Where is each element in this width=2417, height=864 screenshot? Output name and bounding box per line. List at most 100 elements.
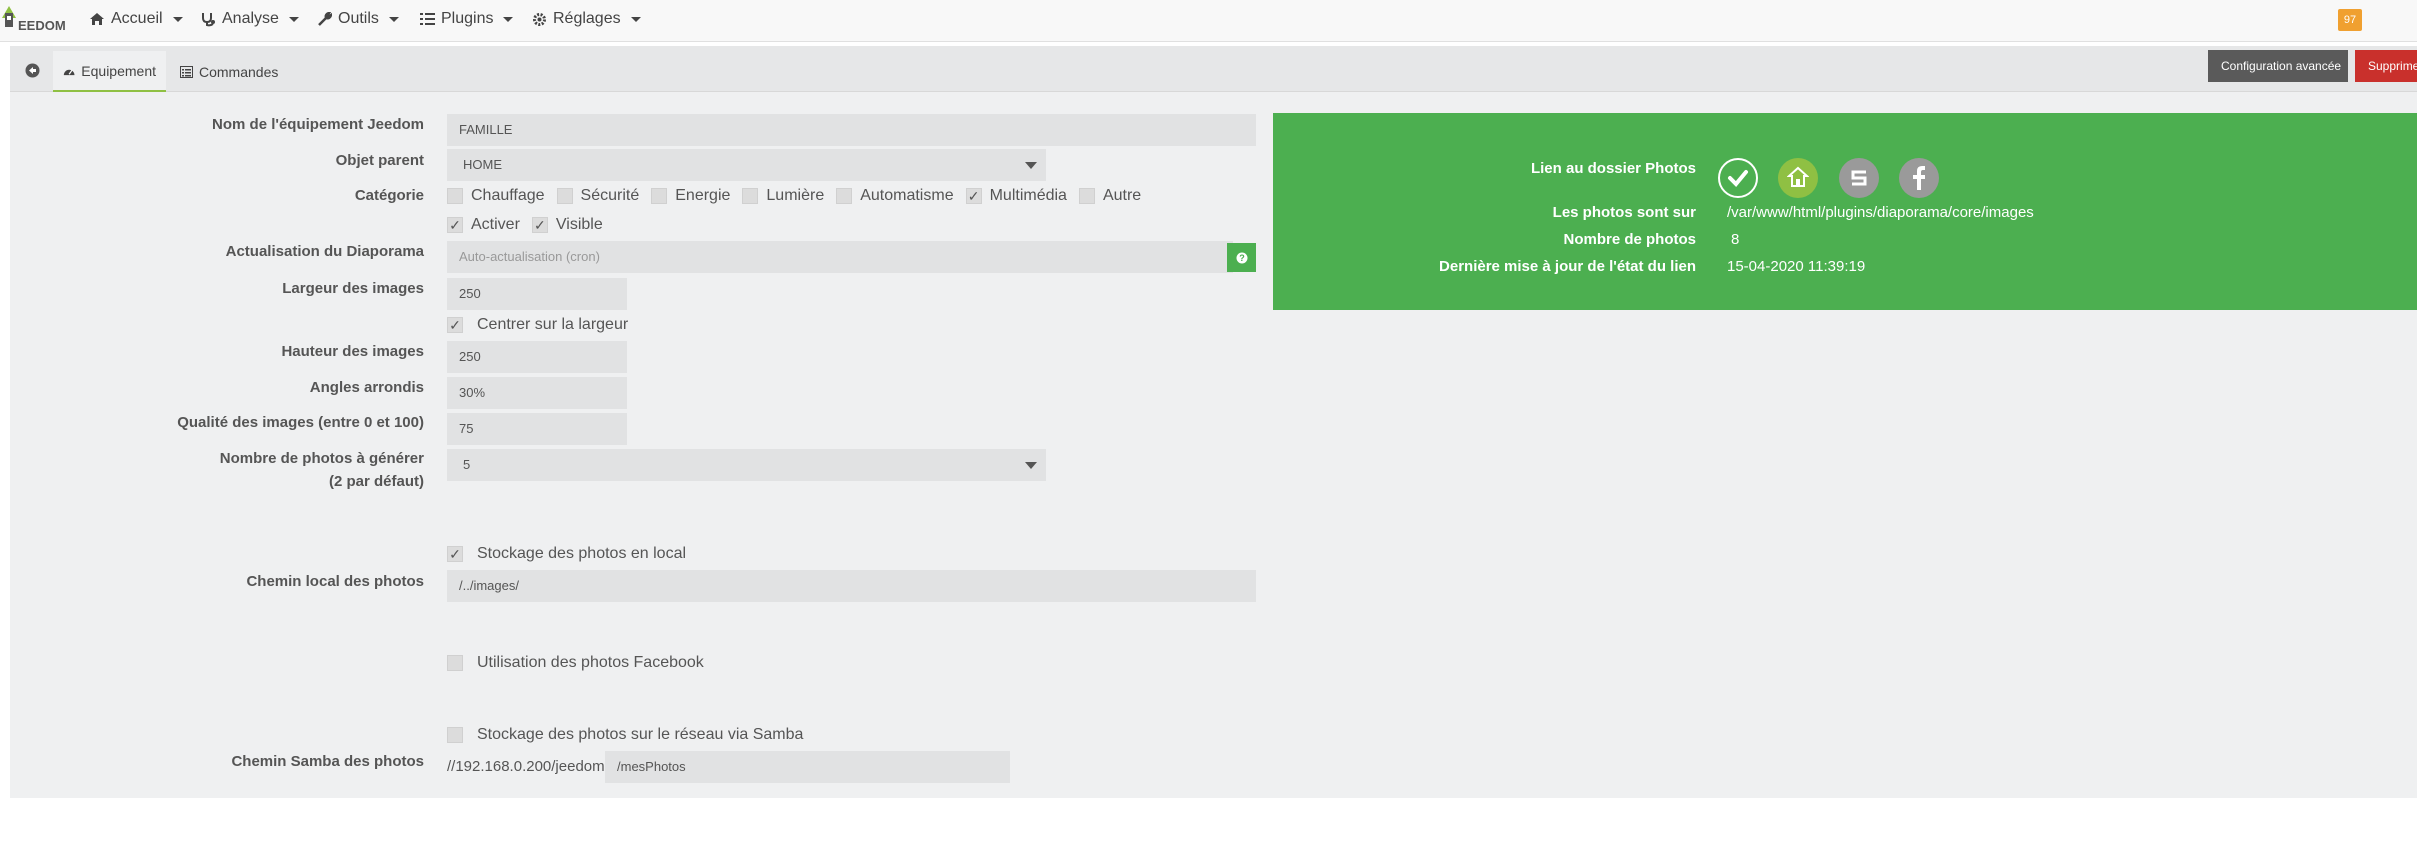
hauteur-label: Hauteur des images	[281, 343, 424, 360]
status-labels: Lien au dossier Photos Les photos sont s…	[1273, 113, 1696, 310]
objet-label: Objet parent	[335, 152, 424, 169]
nav-outils-label: Outils	[338, 10, 379, 27]
cogs-icon	[533, 12, 546, 26]
categorie-lumiere[interactable]: Lumière	[742, 187, 824, 205]
qualite-label: Qualité des images (entre 0 et 100)	[177, 414, 424, 431]
qualite-input[interactable]: 75	[447, 413, 627, 445]
chemin-local-input[interactable]: /../images/	[447, 570, 1256, 602]
jeedom-logo[interactable]: EEDOM	[0, 0, 70, 40]
local-folder-icon[interactable]	[1778, 158, 1818, 198]
facebook-label: Utilisation des photos Facebook	[477, 654, 704, 671]
nav-analyse[interactable]: Analyse	[201, 10, 299, 28]
centrer-row: ✓ Centrer sur la largeur	[447, 316, 640, 334]
categorie-energie-label: Energie	[675, 187, 731, 204]
maj-label: Dernière mise à jour de l'état du lien	[1439, 258, 1696, 275]
notification-badge[interactable]: 97	[2338, 9, 2362, 31]
navbar: EEDOM Accueil Analyse Outils Plugins Rég…	[0, 0, 2417, 42]
nombre-photos-label: Nombre de photos	[1563, 231, 1696, 248]
hauteur-input[interactable]: 250	[447, 341, 627, 373]
categorie-securite-label: Sécurité	[580, 187, 640, 204]
maj-value: 15-04-2020 11:39:19	[1727, 258, 1866, 275]
categorie-label: Catégorie	[354, 187, 424, 204]
samba-checkbox[interactable]: Stockage des photos sur le réseau via Sa…	[447, 726, 803, 744]
actualisation-input[interactable]: Auto-actualisation (cron)	[447, 241, 1233, 273]
checkbox[interactable]	[1078, 188, 1095, 204]
objet-select-value: HOME	[463, 157, 502, 172]
nombre-photos-value: 8	[1731, 231, 1740, 248]
largeur-input[interactable]: 250	[447, 278, 627, 310]
checkbox[interactable]	[556, 188, 573, 204]
nav-accueil[interactable]: Accueil	[89, 10, 183, 28]
objet-select[interactable]: HOME	[447, 149, 1046, 181]
nav-plugins[interactable]: Plugins	[420, 10, 514, 28]
categorie-autre[interactable]: Autre	[1078, 187, 1141, 205]
checkbox[interactable]	[836, 188, 853, 204]
samba-prefix: //192.168.0.200/jeedom	[447, 758, 605, 775]
wrench-icon	[318, 11, 332, 26]
categorie-automatisme-label: Automatisme	[860, 187, 954, 204]
actualisation-label: Actualisation du Diaporama	[225, 243, 424, 260]
status-panel: Lien au dossier Photos Les photos sont s…	[1273, 113, 2417, 310]
angles-input[interactable]: 30%	[447, 377, 627, 409]
stockage-local-checkbox[interactable]: ✓ Stockage des photos en local	[447, 545, 686, 563]
chemin-samba-input[interactable]: /mesPhotos	[605, 751, 1010, 783]
largeur-label: Largeur des images	[282, 280, 424, 297]
form-labels: Nom de l'équipement Jeedom Objet parent …	[10, 46, 424, 798]
nav-outils[interactable]: Outils	[317, 10, 399, 28]
tasks-icon	[420, 13, 435, 25]
stethoscope-icon	[202, 12, 215, 26]
checkbox-checked[interactable]: ✓	[447, 217, 463, 233]
nombre-label: Nombre de photos à générer	[219, 450, 424, 467]
angles-label: Angles arrondis	[309, 379, 424, 396]
nav-reglages[interactable]: Réglages	[532, 10, 641, 28]
checkbox-checked[interactable]: ✓	[447, 317, 463, 333]
photos-sur-value: /var/www/html/plugins/diaporama/core/ima…	[1727, 204, 2034, 221]
nombre-select[interactable]: 5	[447, 449, 1046, 481]
samba-row: Stockage des photos sur le réseau via Sa…	[447, 726, 815, 744]
categorie-checkboxes: Chauffage Sécurité Energie Lumière Autom…	[447, 187, 1153, 205]
checkbox[interactable]	[742, 188, 759, 204]
checkbox-checked[interactable]: ✓	[965, 188, 982, 204]
chemin-samba-label: Chemin Samba des photos	[231, 753, 424, 770]
checkbox[interactable]	[447, 655, 463, 671]
categorie-chauffage-label: Chauffage	[471, 187, 545, 204]
chevron-down-icon	[388, 16, 399, 22]
centrer-checkbox[interactable]: ✓ Centrer sur la largeur	[447, 316, 628, 334]
checkbox[interactable]	[447, 188, 463, 204]
activer-visible-row: ✓ Activer ✓ Visible	[447, 216, 615, 234]
config-avancee-button[interactable]: Configuration avancée	[2208, 50, 2348, 82]
chevron-down-icon	[1025, 462, 1037, 469]
activer-label: Activer	[471, 216, 520, 233]
chevron-down-icon	[503, 16, 514, 22]
activer-checkbox[interactable]: ✓ Activer	[447, 216, 520, 234]
stockage-local-label: Stockage des photos en local	[477, 545, 687, 562]
stockage-local-row: ✓ Stockage des photos en local	[447, 545, 698, 563]
supprimer-label: Supprimer	[2368, 59, 2417, 73]
help-button[interactable]: ?	[1227, 243, 1256, 272]
facebook-checkbox[interactable]: Utilisation des photos Facebook	[447, 654, 704, 672]
categorie-automatisme[interactable]: Automatisme	[836, 187, 954, 205]
question-circle-icon: ?	[1236, 252, 1247, 263]
checkbox[interactable]	[447, 727, 463, 743]
chevron-down-icon	[630, 16, 641, 22]
chemin-local-label: Chemin local des photos	[246, 573, 424, 590]
categorie-lumiere-label: Lumière	[766, 187, 825, 204]
samba-icon[interactable]	[1839, 158, 1879, 198]
categorie-securite[interactable]: Sécurité	[556, 187, 640, 205]
checkbox[interactable]	[651, 188, 668, 204]
categorie-multimedia[interactable]: ✓ Multimédia	[965, 187, 1067, 205]
checkbox-checked[interactable]: ✓	[531, 217, 548, 233]
nom-input[interactable]: FAMILLE	[447, 114, 1256, 146]
nombre-label-default: (2 par défaut)	[328, 473, 424, 490]
facebook-icon[interactable]	[1899, 158, 1939, 198]
supprimer-button[interactable]: Supprimer	[2355, 50, 2417, 82]
nav-accueil-label: Accueil	[111, 10, 163, 27]
categorie-energie[interactable]: Energie	[651, 187, 730, 205]
visible-checkbox[interactable]: ✓ Visible	[531, 216, 603, 234]
chevron-down-icon	[1025, 162, 1037, 169]
visible-label: Visible	[555, 216, 603, 233]
chevron-down-icon	[172, 16, 183, 22]
check-status-icon[interactable]	[1718, 158, 1758, 198]
categorie-chauffage[interactable]: Chauffage	[447, 187, 545, 205]
checkbox-checked[interactable]: ✓	[447, 546, 463, 562]
